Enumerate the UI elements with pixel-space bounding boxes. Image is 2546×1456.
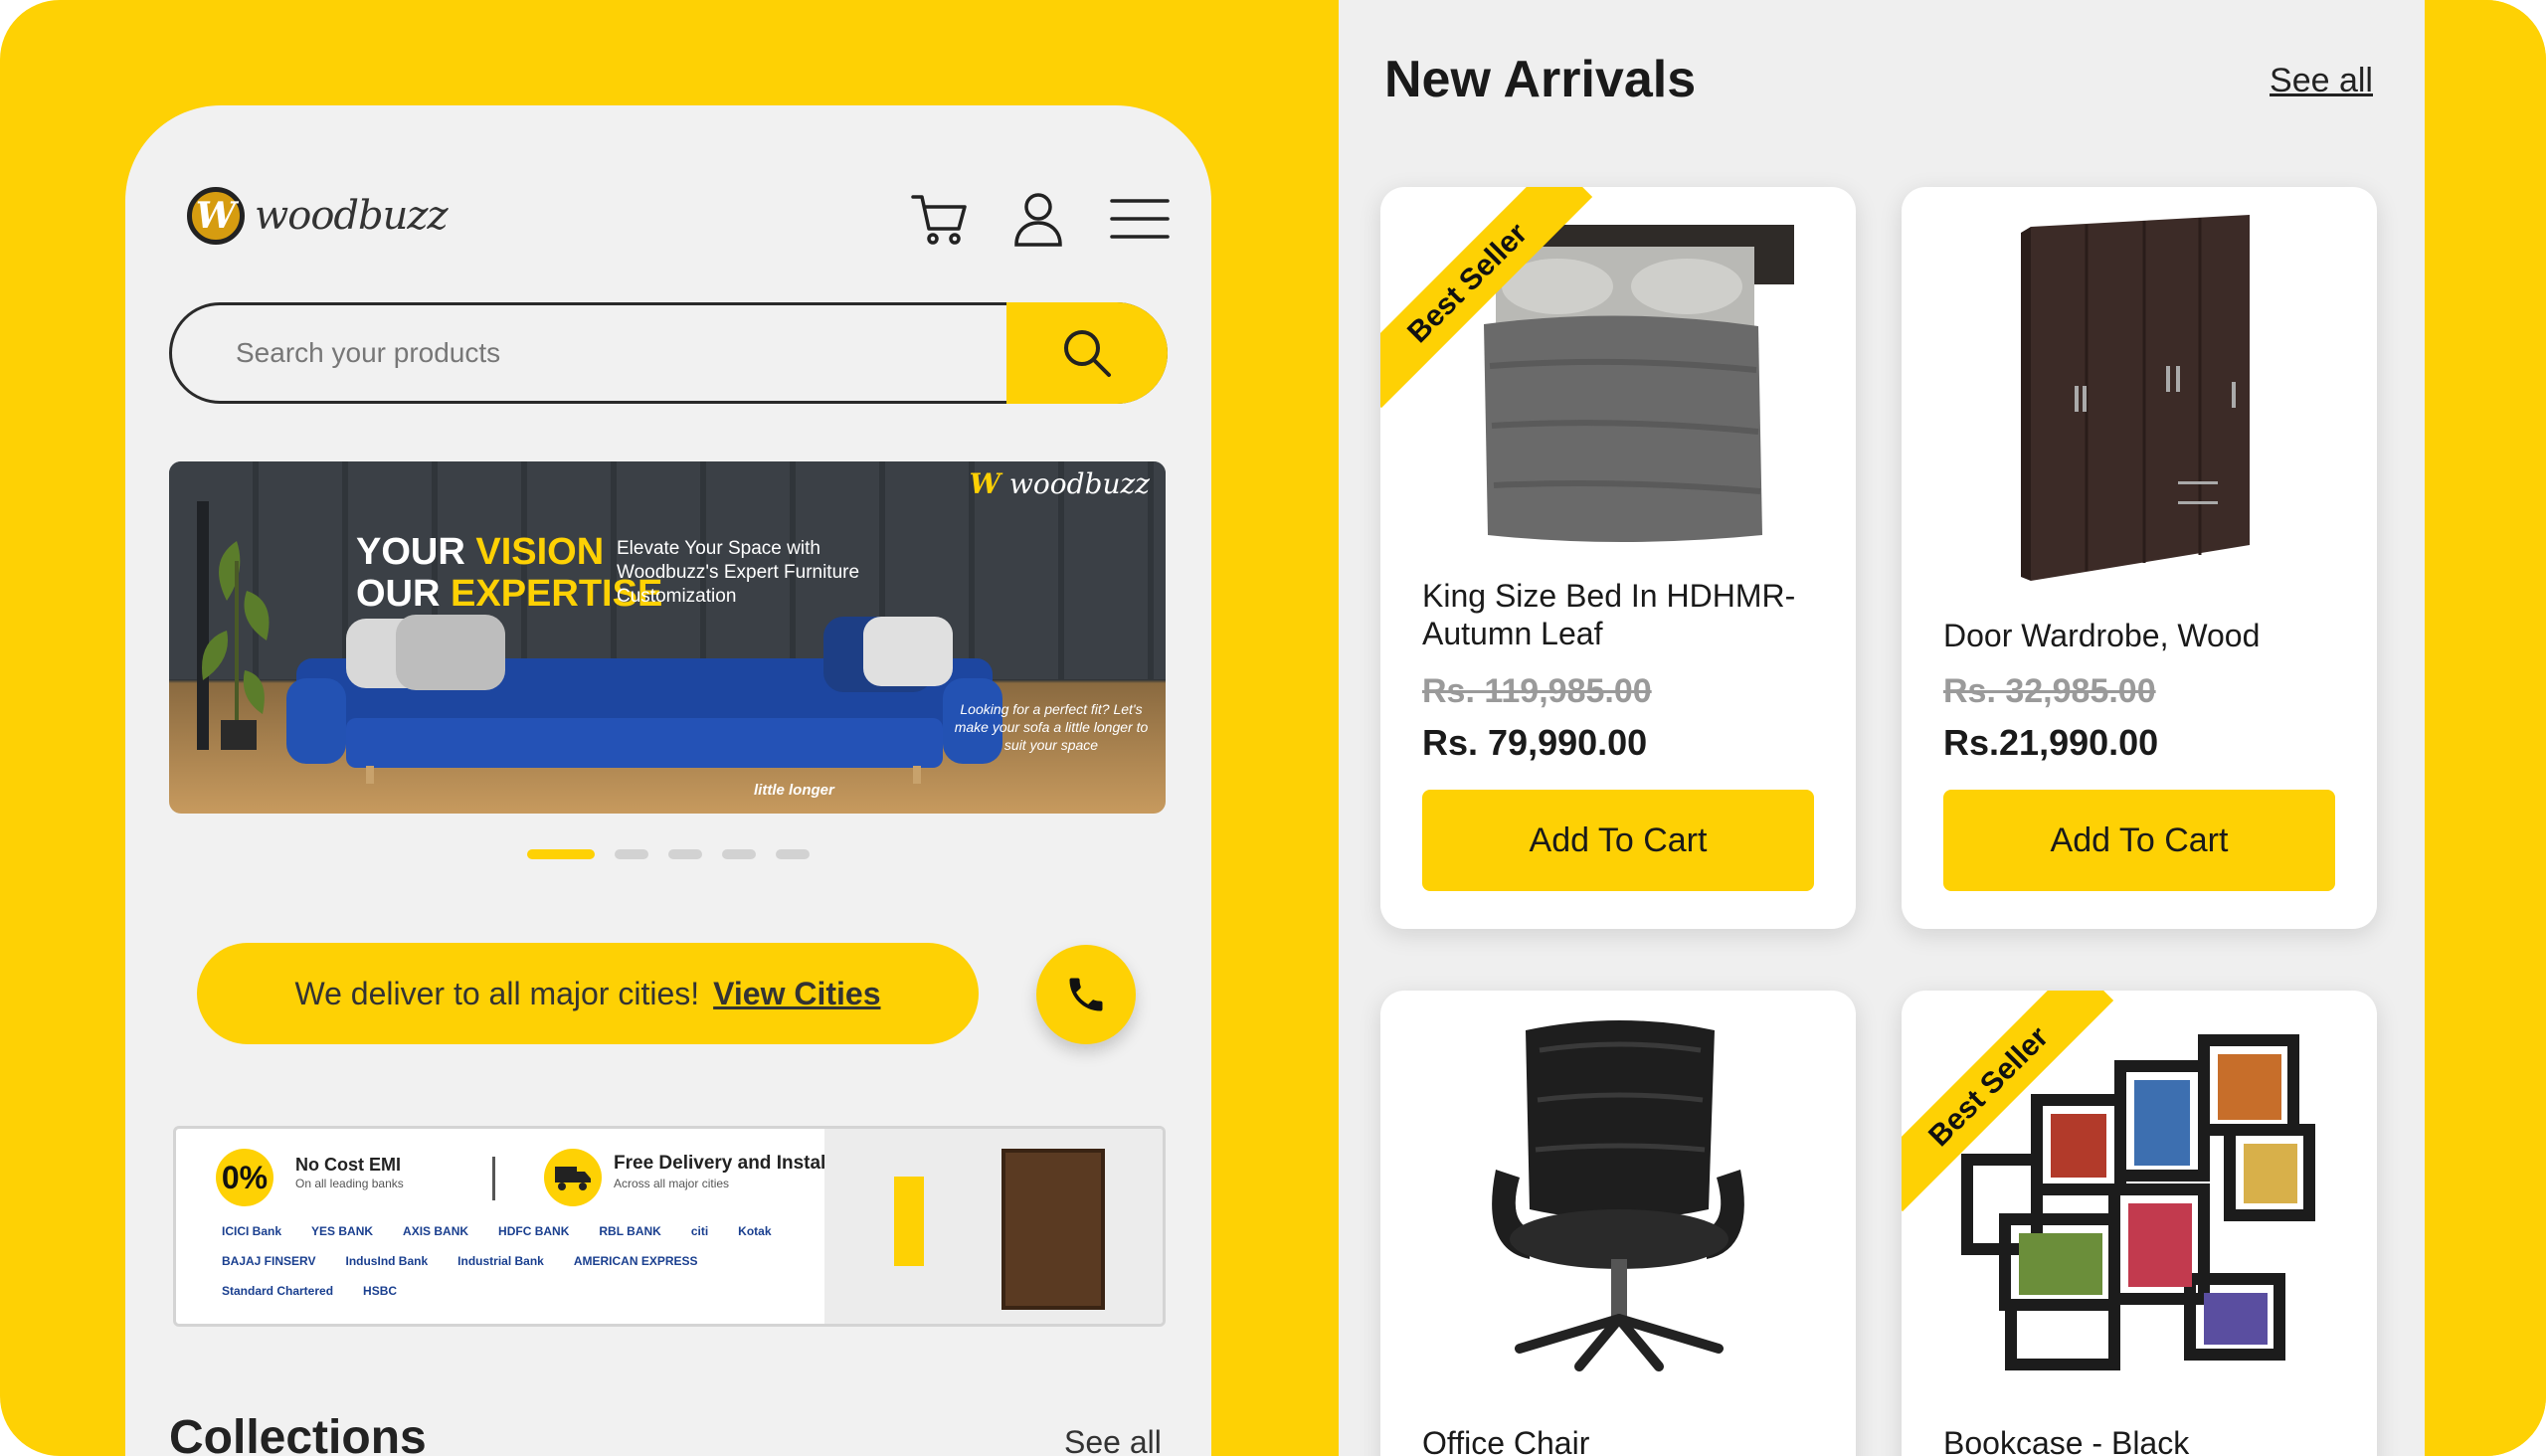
product-name[interactable]: King Size Bed In HDHMR-Autumn Leaf [1422,577,1830,652]
logo-mark: W [187,187,245,245]
product-name[interactable]: Door Wardrobe, Wood [1943,617,2351,654]
bank-logo: Industrial Bank [457,1254,544,1268]
search-bar[interactable]: Search your products [169,302,1168,404]
bank-logo: Kotak [738,1224,772,1238]
emi-title: No Cost EMI [295,1155,401,1175]
hero-banner[interactable]: W woodbuzz YOUR VISION OUR EXPERTISE Ele… [169,461,1166,814]
app-frame: W woodbuzz Search your products W woodbu… [0,0,2546,1456]
search-icon [1064,330,1111,377]
sofa-illustration [286,615,1002,784]
carousel-dot[interactable] [527,849,595,859]
menu-icon[interactable] [1108,187,1172,251]
logo-text: woodbuzz [255,193,449,239]
wardrobe-image [2021,215,2250,581]
product-name[interactable]: Office Chair [1422,1424,1830,1456]
emi-banner-art [824,1129,1163,1324]
collections-see-all-link[interactable]: See all [1064,1424,1162,1456]
bank-logo: YES BANK [311,1224,374,1238]
carousel-indicators [527,849,810,859]
product-old-price: Rs. 119,985.00 [1422,672,1652,710]
bed-image [1484,225,1794,542]
bank-logo: HDFC BANK [498,1224,570,1238]
truck-icon [544,1149,602,1206]
user-icon[interactable] [1006,187,1070,251]
product-price: Rs.21,990.00 [1943,722,2159,763]
bank-logo: AMERICAN EXPRESS [573,1254,698,1268]
product-card[interactable]: Best Seller Bookcase - Black [1902,991,2377,1456]
mobile-home-screen: W woodbuzz Search your products W woodbu… [125,105,1211,1456]
delivery-banner: We deliver to all major cities! View Cit… [197,943,979,1044]
free-delivery-subtitle: Across all major cities [614,1177,730,1190]
product-card[interactable]: Door Wardrobe, Wood Rs. 32,985.00 Rs.21,… [1902,187,2377,929]
zero-percent-badge: 0% [216,1149,273,1206]
cart-icon[interactable] [909,187,973,251]
bookcase-image [1961,1034,2315,1370]
decor-block [894,1177,924,1266]
shelf-illustration [1001,1149,1105,1310]
delivery-text: We deliver to all major cities! [294,975,700,1011]
accent-strip [2425,0,2546,1456]
chair-image [1492,1020,1744,1371]
bank-logo: citi [690,1224,709,1238]
banner-note: Looking for a perfect fit? Let's make yo… [954,701,1149,753]
banner-brand: W woodbuzz [969,467,1150,500]
carousel-dot[interactable] [668,849,702,859]
emi-subtitle: On all leading banks [295,1177,404,1190]
product-old-price: Rs. 32,985.00 [1943,672,2156,710]
banner-length-label: little longer [754,782,834,799]
search-button[interactable] [1006,302,1168,404]
collections-title: Collections [169,1411,427,1456]
carousel-dot[interactable] [776,849,810,859]
bank-logos: ICICI Bank YES BANK AXIS BANK HDFC BANK … [222,1224,838,1298]
bank-logo: ICICI Bank [222,1224,282,1238]
carousel-dot[interactable] [615,849,648,859]
view-cities-link[interactable]: View Cities [713,976,880,1012]
new-arrivals-see-all-link[interactable]: See all [2270,62,2373,100]
bank-logo: RBL BANK [599,1224,661,1238]
bank-logo: BAJAJ FINSERV [222,1254,316,1268]
bank-logo: IndusInd Bank [345,1254,429,1268]
new-arrivals-title: New Arrivals [1384,51,1697,108]
search-input[interactable]: Search your products [236,305,500,401]
bank-logo: Standard Chartered [222,1284,334,1298]
bank-logo: HSBC [363,1284,398,1298]
plant-illustration [197,501,270,750]
add-to-cart-button[interactable]: Add To Cart [1943,790,2335,891]
phone-icon [1069,978,1103,1011]
divider [492,1157,495,1200]
call-button[interactable] [1036,945,1136,1044]
product-name[interactable]: Bookcase - Black [1943,1424,2351,1456]
product-card[interactable]: Office Chair [1380,991,1856,1456]
bank-logo: AXIS BANK [403,1224,469,1238]
emi-offer-banner[interactable]: 0% No Cost EMI On all leading banks Free… [173,1126,1166,1327]
new-arrivals-panel: New Arrivals See all Best Seller King Si… [1339,0,2425,1456]
product-card[interactable]: Best Seller King Size Bed In HDHMR-Autum… [1380,187,1856,929]
brand-logo[interactable]: W woodbuzz [187,187,449,245]
product-price: Rs. 79,990.00 [1422,722,1648,763]
carousel-dot[interactable] [722,849,756,859]
banner-subtitle: Elevate Your Space with Woodbuzz's Exper… [617,538,860,607]
add-to-cart-button[interactable]: Add To Cart [1422,790,1814,891]
